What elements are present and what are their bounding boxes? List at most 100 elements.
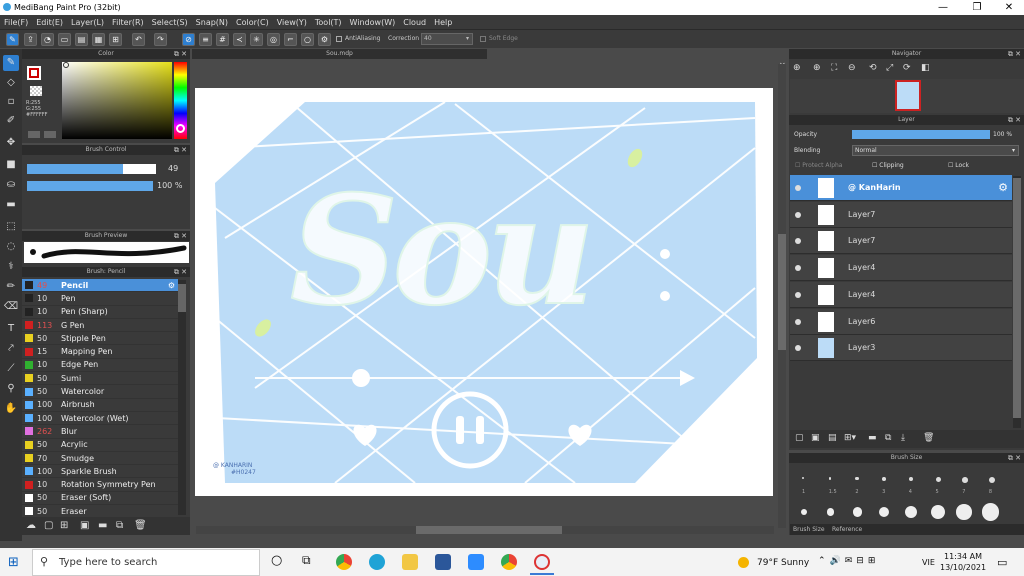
blending-select[interactable]: Normal ▾ <box>852 145 1019 156</box>
brush-size-preset[interactable] <box>982 503 1000 521</box>
taskbar-search-input[interactable]: Type here to search <box>32 549 260 576</box>
visibility-icon[interactable] <box>795 318 801 325</box>
brush-size-dot[interactable] <box>828 477 832 480</box>
gradient-tool-icon[interactable]: ▬ <box>3 197 19 213</box>
lasso-tool-icon[interactable]: ◌ <box>3 239 19 255</box>
menu-help[interactable]: Help <box>430 18 456 27</box>
brush-size-dot[interactable] <box>962 477 968 483</box>
menu-edit[interactable]: Edit(E) <box>32 18 67 27</box>
protect-alpha-checkbox[interactable]: ☐ Protect Alpha <box>795 162 842 169</box>
panel-controls-icon[interactable]: ⧉ ✕ <box>174 145 187 155</box>
folder-layer-icon[interactable]: ▬ <box>868 433 877 443</box>
rotate-left-icon[interactable]: ⟲ <box>869 63 877 73</box>
visibility-icon[interactable] <box>795 238 801 245</box>
menu-snap[interactable]: Snap(N) <box>192 18 232 27</box>
folder-icon[interactable]: ▬ <box>98 520 107 531</box>
curve-snap-icon[interactable]: ⌐ <box>284 33 297 46</box>
shape-tool-icon[interactable]: ■ <box>3 157 19 173</box>
merge-down-icon[interactable]: ⤓ <box>901 433 905 443</box>
move-tool-icon[interactable]: ✥ <box>3 135 19 151</box>
brush-settings-icon[interactable]: ⚙ <box>168 281 175 290</box>
canvas-hscroll-thumb[interactable] <box>416 526 562 534</box>
antialias-checkbox[interactable] <box>336 36 342 42</box>
brush-tool-icon[interactable]: ✎ <box>3 55 19 71</box>
brush-item[interactable]: 10 Rotation Symmetry Pen <box>22 479 178 492</box>
grid-snap-icon[interactable]: # <box>216 33 229 46</box>
layer-settings-icon[interactable]: ⚙ <box>998 181 1008 194</box>
brush-size-dot[interactable] <box>855 477 859 481</box>
visibility-icon[interactable] <box>795 291 801 298</box>
minimize-button[interactable]: — <box>926 0 960 15</box>
panel-icon[interactable]: ▤ <box>75 33 88 46</box>
delete-brush-icon[interactable]: 🗑 <box>134 520 147 531</box>
brush-item[interactable]: 100 Sparkle Brush <box>22 465 178 479</box>
zoom-icon[interactable] <box>468 554 484 570</box>
duplicate-layer-icon[interactable]: ⧉ <box>885 433 891 443</box>
layer-row[interactable]: @ KanHarin ⚙ <box>790 175 1012 201</box>
export-icon[interactable]: ⇪ <box>24 33 37 46</box>
comment-icon[interactable]: ◔ <box>41 33 54 46</box>
operation-tool-icon[interactable]: ⤤ <box>3 341 19 357</box>
brush-opacity-bar[interactable] <box>27 181 153 191</box>
windows-start-icon[interactable]: ⊞ <box>8 555 19 570</box>
flip-icon[interactable]: ◧ <box>921 63 930 73</box>
chrome-icon[interactable] <box>336 554 352 570</box>
parallel-snap-icon[interactable]: ≡ <box>199 33 212 46</box>
brush-size-value[interactable]: 49 <box>168 164 178 173</box>
add-layer-menu-icon[interactable]: ⊞▾ <box>844 433 856 443</box>
new-halftone-layer-icon[interactable]: ▣ <box>811 433 820 443</box>
layer-row[interactable]: Layer7 <box>790 201 1012 228</box>
layer-scrollbar[interactable] <box>1013 176 1021 428</box>
brush-item[interactable]: 50 Acrylic <box>22 439 178 452</box>
brush-item[interactable]: 70 Smudge <box>22 452 178 466</box>
edge-icon[interactable] <box>369 554 385 570</box>
brush-item[interactable]: 10 Edge Pen <box>22 359 178 373</box>
duplicate-icon[interactable]: ⧉ <box>116 520 123 531</box>
layer-row[interactable]: Layer4 <box>790 281 1012 308</box>
visibility-icon[interactable] <box>795 185 801 191</box>
divide-tool-icon[interactable]: ⟋ <box>3 361 19 377</box>
brush-item[interactable]: 50 Eraser (Soft) <box>22 492 178 506</box>
menu-file[interactable]: File(F) <box>0 18 32 27</box>
color-mode-button[interactable] <box>28 131 40 138</box>
brush-size-tab[interactable]: Brush Size <box>793 526 825 533</box>
word-icon[interactable] <box>435 554 451 570</box>
visibility-icon[interactable] <box>795 211 801 218</box>
brush-item[interactable]: 100 Watercolor (Wet) <box>22 412 178 426</box>
brush-item[interactable]: 10 Pen <box>22 292 178 306</box>
settings-snap-icon[interactable]: ⚙ <box>318 33 331 46</box>
brush-item[interactable]: 10 Pen (Sharp) <box>22 306 178 319</box>
redo-icon[interactable]: ↷ <box>154 33 167 46</box>
perspective-snap-icon[interactable]: ≺ <box>233 33 246 46</box>
radial-snap-icon[interactable]: ✳ <box>250 33 263 46</box>
panel-controls-icon[interactable]: ⧉ ✕ <box>1008 115 1021 125</box>
ellipse-snap-icon[interactable]: ○ <box>301 33 314 46</box>
grid-icon[interactable]: ▦ <box>92 33 105 46</box>
eyedropper-tool-icon[interactable]: ⚲ <box>3 381 19 397</box>
menu-tool[interactable]: Tool(T) <box>311 18 346 27</box>
canvas-vertical-scrollbar[interactable] <box>778 64 786 528</box>
canvas-horizontal-scrollbar[interactable] <box>196 526 774 534</box>
layer-scroll-thumb[interactable] <box>1013 178 1021 418</box>
brush-size-dot[interactable] <box>882 477 886 481</box>
brush-item[interactable]: 50 Watercolor <box>22 385 178 399</box>
brush-size-dot[interactable] <box>935 477 941 482</box>
select-pen-tool-icon[interactable]: ✏ <box>3 279 19 295</box>
rotate-right-icon[interactable]: ⟳ <box>903 63 911 73</box>
brush-size-preset[interactable] <box>956 504 972 520</box>
delete-layer-icon[interactable]: 🗑 <box>923 433 934 443</box>
clock[interactable]: 11:34 AM 13/10/2021 <box>940 551 986 573</box>
zoom-out-icon[interactable]: ⊕ <box>813 63 821 73</box>
lock-checkbox[interactable]: ☐ Lock <box>948 162 969 169</box>
panel-controls-icon[interactable]: ⧉ ✕ <box>174 267 187 277</box>
hue-handle[interactable] <box>176 124 185 133</box>
new-layer-icon[interactable]: ▢ <box>795 433 804 443</box>
soft-edge-checkbox[interactable] <box>480 36 486 42</box>
brush-size-preset[interactable] <box>904 505 917 519</box>
brush-item[interactable]: 15 Mapping Pen <box>22 346 178 359</box>
frame-icon[interactable]: ⊞ <box>109 33 122 46</box>
canvas-vscroll-thumb[interactable] <box>778 234 786 350</box>
visibility-icon[interactable] <box>795 265 801 272</box>
panel-controls-icon[interactable]: ⧉ ✕ <box>1008 453 1021 463</box>
cloud-download-icon[interactable]: ☁ <box>26 520 36 531</box>
